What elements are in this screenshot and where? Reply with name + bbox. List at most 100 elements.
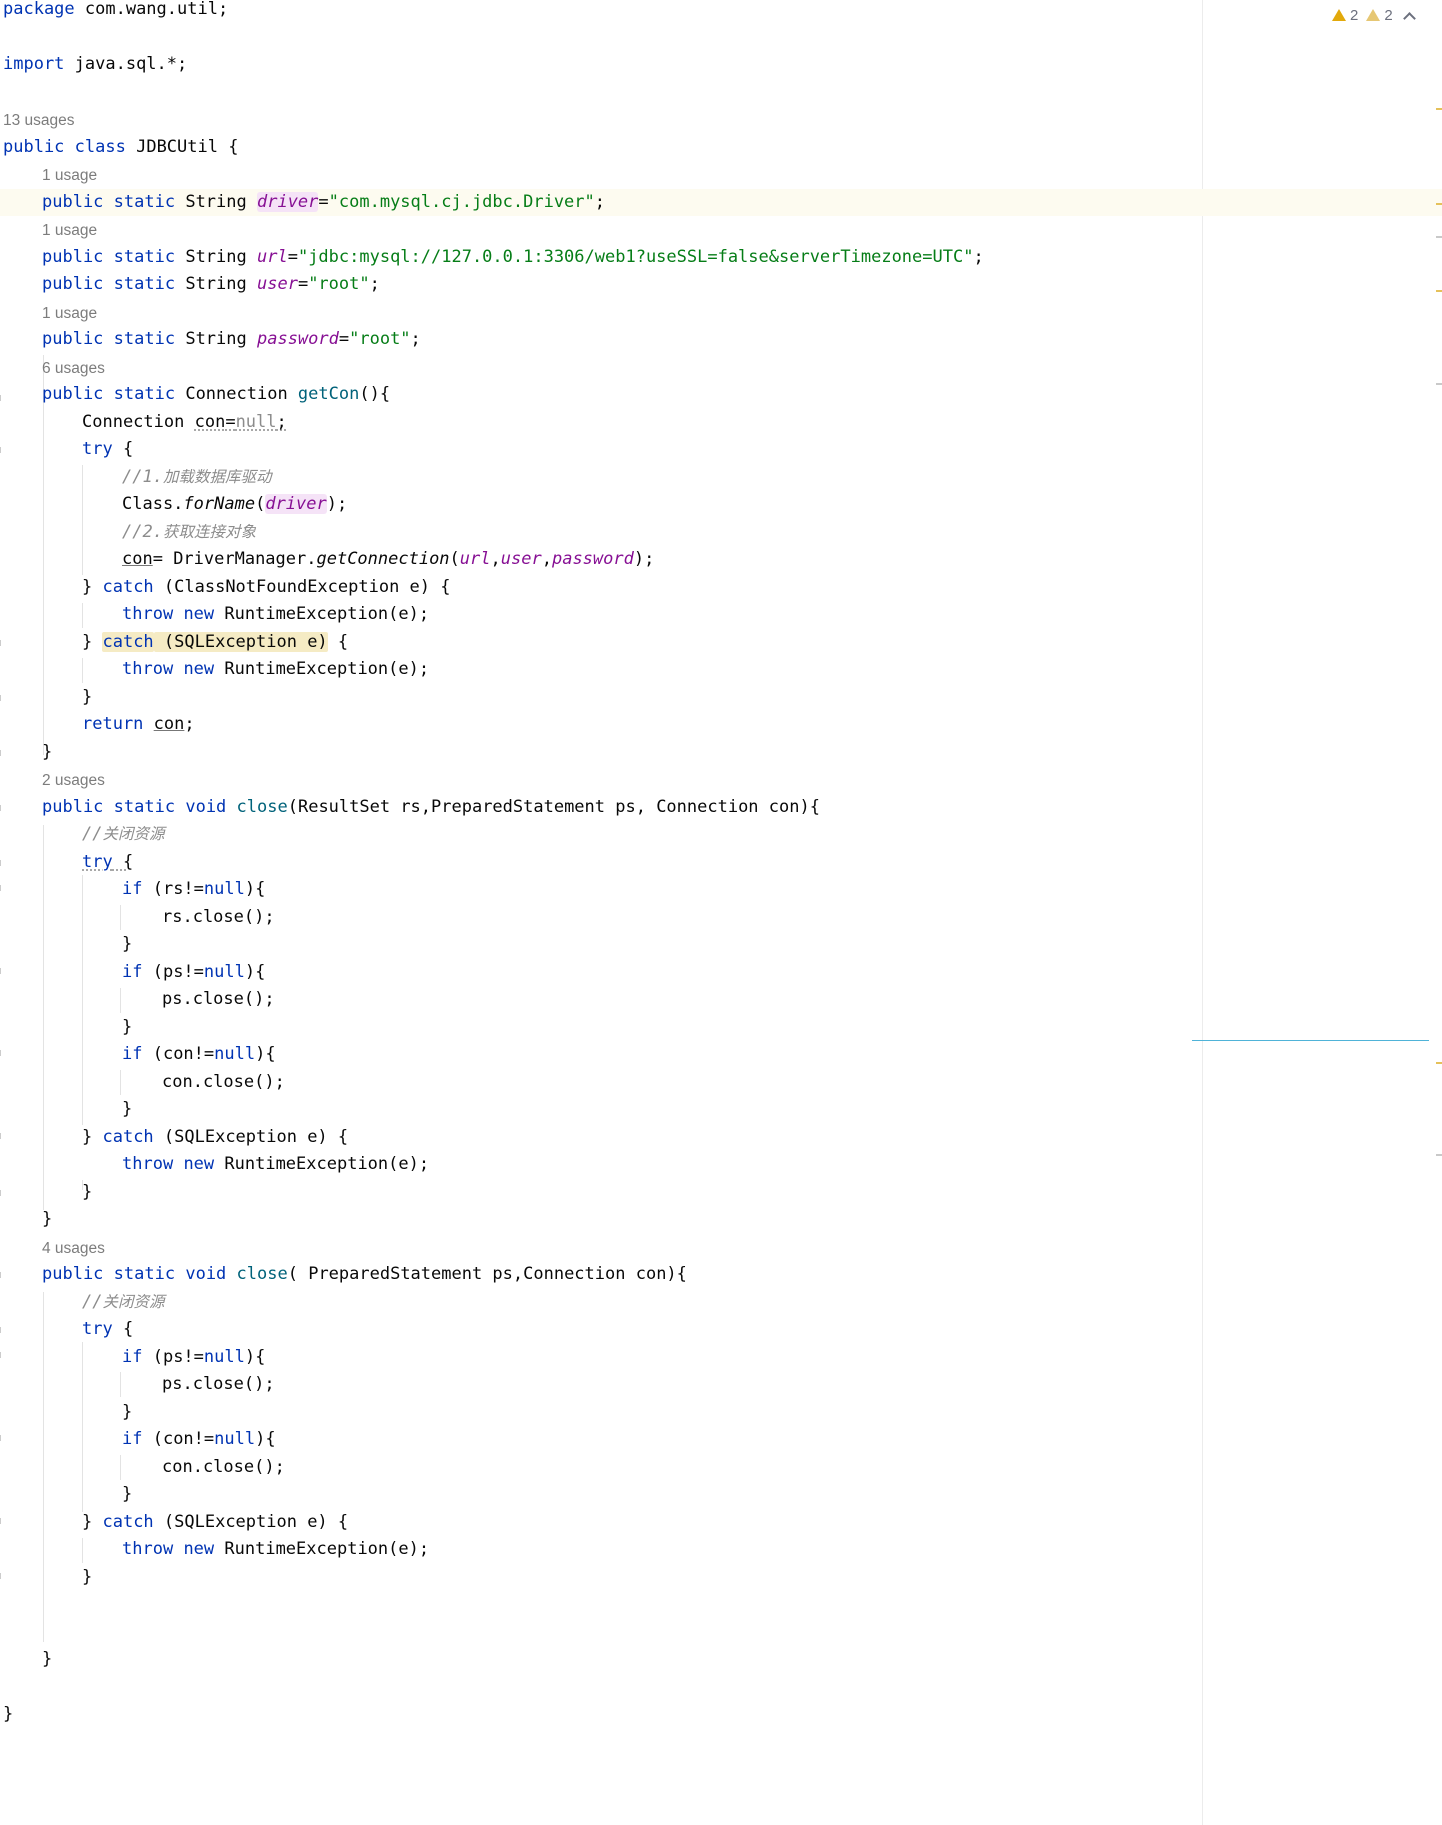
code-line[interactable]: public static String user="root"; [42, 271, 380, 299]
code-line[interactable]: return con; [82, 711, 195, 739]
code-line[interactable]: } [42, 1206, 52, 1234]
error-stripe-marker[interactable] [1436, 290, 1442, 292]
code-line[interactable]: public static Connection getCon(){ [42, 381, 390, 409]
inspection-widget[interactable]: 2 2 [1328, 4, 1422, 26]
code-line[interactable]: rs.close(); [162, 904, 275, 932]
fold-marker[interactable] [0, 695, 5, 701]
code-line[interactable]: con= DriverManager.getConnection(url,use… [122, 546, 654, 574]
code-line[interactable]: try { [82, 849, 133, 877]
usages-hint[interactable]: 4 usages [42, 1234, 105, 1262]
code-line[interactable]: package com.wang.util; [3, 0, 228, 24]
fold-marker[interactable] [0, 885, 5, 891]
fold-marker[interactable] [0, 1050, 5, 1056]
code-token: } [42, 1649, 53, 1669]
code-line[interactable]: Class.forName(driver); [122, 491, 347, 519]
code-line[interactable]: } [82, 684, 92, 712]
code-line[interactable]: ps.close(); [162, 986, 275, 1014]
fold-marker[interactable] [0, 447, 5, 453]
code-editor[interactable]: package com.wang.util; import java.sql.*… [0, 0, 1442, 1825]
error-stripe-marker[interactable] [1436, 1154, 1442, 1156]
code-token: import [3, 54, 65, 74]
code-line[interactable]: } catch (SQLException e) { [82, 1124, 348, 1152]
code-line[interactable]: } [122, 931, 132, 959]
code-line[interactable]: try { [82, 436, 133, 464]
usages-hint[interactable]: 13 usages [3, 106, 75, 134]
chevron-up-icon[interactable] [1402, 11, 1416, 25]
code-line[interactable]: public static void close(ResultSet rs,Pr… [42, 794, 820, 822]
error-stripe-marker[interactable] [1436, 383, 1442, 385]
code-line[interactable]: } [42, 739, 52, 767]
fold-marker[interactable] [0, 1573, 5, 1579]
code-line[interactable]: } [82, 1564, 92, 1592]
code-comment[interactable]: //关闭资源 [82, 1289, 165, 1317]
fold-marker[interactable] [0, 1435, 5, 1441]
code-line[interactable]: } [122, 1096, 132, 1124]
code-line[interactable]: throw new RuntimeException(e); [122, 601, 429, 629]
indent-guide [120, 1455, 121, 1480]
code-line[interactable]: public static String password="root"; [42, 326, 421, 354]
code-line[interactable]: public static String url="jdbc:mysql://1… [42, 244, 984, 272]
fold-marker[interactable] [0, 968, 5, 974]
error-stripe-marker[interactable] [1436, 1062, 1442, 1064]
code-line[interactable]: if (con!=null){ [122, 1041, 276, 1069]
fold-marker[interactable] [0, 1518, 5, 1524]
fold-marker[interactable] [0, 750, 5, 756]
code-line[interactable]: if (ps!=null){ [122, 1344, 265, 1372]
usages-hint[interactable]: 1 usage [42, 161, 97, 189]
fold-marker[interactable] [0, 1133, 5, 1139]
code-line[interactable]: public static void close( PreparedStatem… [42, 1261, 687, 1289]
code-token: void [185, 797, 227, 817]
fold-marker[interactable] [0, 860, 5, 866]
code-line[interactable]: } [82, 1179, 92, 1207]
code-line[interactable]: } [3, 1701, 13, 1729]
fold-marker[interactable] [0, 1190, 5, 1196]
code-line[interactable]: import java.sql.*; [3, 51, 187, 79]
scroll-position-indicator [1192, 1040, 1429, 1041]
usages-hint[interactable]: 1 usage [42, 216, 97, 244]
code-line[interactable]: if (ps!=null){ [122, 959, 265, 987]
code-line[interactable]: public class JDBCUtil { [3, 134, 238, 162]
code-token: (ResultSet rs,PreparedStatement ps, Conn… [287, 797, 820, 817]
code-line[interactable]: } catch (SQLException e) { [82, 629, 348, 657]
code-line[interactable]: if (rs!=null){ [122, 876, 265, 904]
error-stripe-marker[interactable] [1436, 203, 1442, 205]
code-line[interactable]: con.close(); [162, 1454, 285, 1482]
code-token: throw [122, 1154, 174, 1174]
code-line[interactable]: } catch (ClassNotFoundException e) { [82, 574, 450, 602]
fold-marker[interactable] [0, 395, 5, 401]
usages-hint[interactable]: 1 usage [42, 299, 97, 327]
code-line[interactable]: } [122, 1399, 132, 1427]
code-line[interactable]: con.close(); [162, 1069, 285, 1097]
code-line[interactable]: } [42, 1646, 52, 1674]
code-line[interactable]: public static String driver="com.mysql.c… [42, 189, 605, 217]
code-line[interactable]: } [122, 1481, 132, 1509]
code-line[interactable]: } catch (SQLException e) { [82, 1509, 348, 1537]
usages-hint[interactable]: 6 usages [42, 354, 105, 382]
code-line[interactable]: throw new RuntimeException(e); [122, 656, 429, 684]
right-margin-guide [1202, 0, 1203, 1825]
code-line[interactable]: ps.close(); [162, 1371, 275, 1399]
code-line[interactable]: throw new RuntimeException(e); [122, 1536, 429, 1564]
code-line[interactable]: if (con!=null){ [122, 1426, 276, 1454]
code-line[interactable]: Connection con=null; [82, 409, 287, 437]
code-line[interactable]: try { [82, 1316, 133, 1344]
code-line[interactable]: } [122, 1014, 132, 1042]
code-token: password [551, 549, 634, 569]
code-line[interactable]: throw new RuntimeException(e); [122, 1151, 429, 1179]
fold-marker[interactable] [0, 1272, 5, 1278]
code-comment[interactable]: //2.获取连接对象 [122, 519, 256, 547]
error-stripe-marker[interactable] [1436, 108, 1442, 110]
fold-marker[interactable] [0, 1327, 5, 1333]
code-token: getConnection [316, 549, 450, 569]
code-comment[interactable]: //1.加载数据库驱动 [122, 464, 271, 492]
fold-marker[interactable] [0, 640, 5, 646]
code-comment[interactable]: //关闭资源 [82, 821, 165, 849]
fold-marker[interactable] [0, 805, 5, 811]
usages-hint[interactable]: 2 usages [42, 766, 105, 794]
fold-marker[interactable] [0, 1352, 5, 1358]
code-token: 关闭资源 [102, 1293, 165, 1311]
error-stripe-marker[interactable] [1436, 236, 1442, 238]
